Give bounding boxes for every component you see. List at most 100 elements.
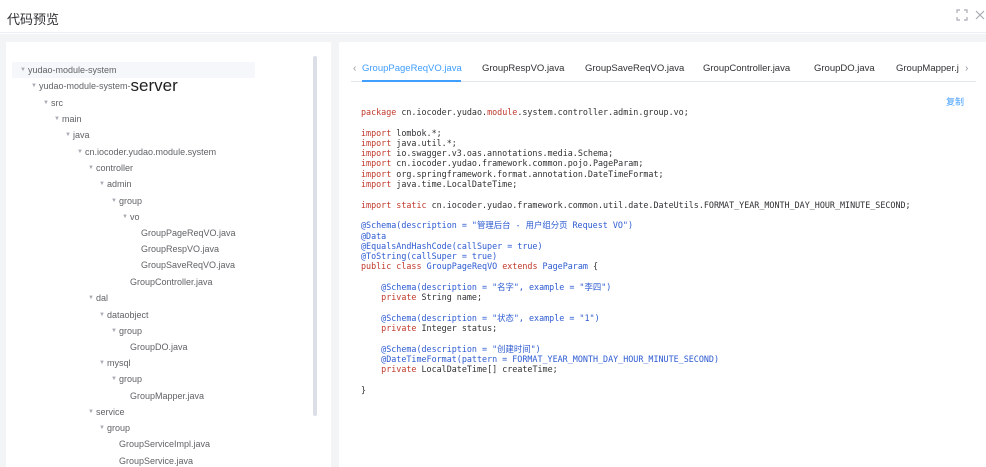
chevron-left-icon[interactable]: ‹ — [353, 63, 356, 74]
code-line: @ToString(callSuper = true) — [361, 251, 971, 261]
code-token: cn.iocoder.yudao.framework.common.util.d… — [431, 199, 911, 210]
tree-node-label: group — [119, 196, 143, 206]
tree-node[interactable]: ▼ yudao-module-system-server — [29, 77, 178, 94]
chevron-right-icon[interactable]: › — [965, 63, 968, 74]
code-token: @ToString(callSuper = true) — [361, 251, 498, 262]
tree-node[interactable]: ▼ admin — [97, 176, 132, 192]
fullscreen-icon[interactable] — [955, 9, 969, 23]
code-token: import — [361, 137, 397, 148]
tree-node[interactable]: GroupMapper.java — [120, 388, 204, 404]
tree-node[interactable]: ▼ dataobject — [97, 307, 149, 323]
file-tab[interactable]: GroupController.java — [703, 63, 790, 74]
code-token: import — [361, 158, 397, 169]
tree-node[interactable]: ▼ src — [41, 95, 63, 111]
dialog-title: 代码预览 — [7, 12, 60, 27]
tree-node-label: service — [96, 407, 125, 417]
code-token: private — [361, 292, 422, 303]
tree-node[interactable]: ▼ group — [109, 323, 142, 339]
code-token: GroupPageReqVO — [426, 261, 503, 272]
dialog-body: ▼ yudao-module-system ▼ yudao-module-system… — [0, 34, 986, 467]
code-token: cn.iocoder.yudao. — [401, 107, 488, 117]
caret-down-icon: ▼ — [111, 328, 117, 334]
code-line: @EqualsAndHashCode(callSuper = true) — [361, 241, 971, 251]
file-tab[interactable]: GroupRespVO.java — [482, 63, 564, 74]
code-token: PageParam — [542, 261, 588, 272]
code-line: @Data — [361, 231, 971, 241]
tree-node-label: admin — [107, 179, 132, 189]
file-tab[interactable]: GroupDO.java — [814, 63, 875, 74]
caret-down-icon: ▼ — [122, 214, 128, 220]
tree-node-label: GroupServiceImpl.java — [119, 439, 211, 449]
tree-node-label: group — [119, 326, 143, 336]
tree-node-label: GroupController.java — [130, 277, 213, 287]
code-token: cn.iocoder.yudao.framework.common.pojo.P… — [396, 158, 644, 169]
tree-node-label: GroupService.java — [119, 456, 194, 466]
tree-node[interactable]: ▼ dal — [86, 290, 108, 306]
code-line: package cn.iocoder.yudao.module.system.c… — [361, 107, 971, 117]
tree-scrollbar[interactable] — [313, 56, 317, 416]
tree-node[interactable]: ▼ cn.iocoder.yudao.module.system — [75, 144, 216, 160]
code-token: import — [361, 127, 397, 138]
file-tab[interactable]: GroupPageReqVO.java — [362, 63, 462, 74]
tree-node-label: GroupRespVO.java — [141, 244, 220, 254]
tree-node[interactable]: GroupRespVO.java — [131, 241, 219, 257]
tree-node-label: main — [62, 114, 82, 124]
caret-down-icon: ▼ — [88, 165, 94, 171]
code-token: @DateTimeFormat(pattern = FORMAT_YEAR_MO… — [361, 354, 719, 365]
tree-node[interactable]: GroupController.java — [120, 274, 213, 290]
file-tree-panel: ▼ yudao-module-system ▼ yudao-module-system… — [6, 42, 331, 467]
code-preview-panel: ‹ GroupPageReqVO.java GroupRespVO.java Gro… — [339, 42, 986, 467]
code-token: Integer status; — [421, 323, 498, 334]
tree-node[interactable]: ▼ main — [52, 111, 82, 127]
code-token: LocalDateTime[] createTime; — [421, 364, 558, 375]
code-token: module — [487, 107, 518, 117]
close-icon[interactable] — [973, 9, 986, 23]
tree-node[interactable]: ▼ mysql — [97, 355, 131, 371]
tree-node[interactable]: ▼ java — [63, 127, 90, 143]
tree-node[interactable]: ▼ service — [86, 404, 125, 420]
code-token: package — [361, 107, 402, 117]
tree-node[interactable]: ▼ group — [97, 420, 130, 436]
tree-node-label: java — [73, 130, 90, 140]
file-tab[interactable]: GroupSaveReqVO.java — [585, 63, 684, 74]
code-line: @DateTimeFormat(pattern = FORMAT_YEAR_MO… — [361, 354, 971, 364]
code-token: public class — [361, 261, 427, 272]
code-token: String name; — [421, 292, 483, 303]
code-token: import — [361, 179, 397, 190]
tree-node[interactable]: ▼ controller — [86, 160, 133, 176]
tree-node-label: controller — [96, 163, 134, 173]
tree-node[interactable]: ▼ vo — [120, 209, 140, 225]
tree-node[interactable]: GroupSaveReqVO.java — [131, 257, 235, 273]
code-line: import io.swagger.v3.oas.annotations.med… — [361, 148, 971, 158]
caret-down-icon: ▼ — [99, 312, 105, 318]
tree-node-label: mysql — [107, 358, 131, 368]
code-line: @Schema(description = "名字", example = "李… — [361, 282, 971, 292]
code-token: import — [361, 168, 397, 179]
file-tabs: ‹ GroupPageReqVO.java GroupRespVO.java Gro… — [351, 60, 976, 82]
caret-down-icon: ▼ — [31, 83, 37, 89]
code-line: private LocalDateTime[] createTime; — [361, 364, 971, 374]
code-token: @Data — [361, 230, 387, 241]
tree-node[interactable]: GroupServiceImpl.java — [109, 436, 210, 452]
tree-node-label: group — [119, 374, 143, 384]
code-token: import — [361, 148, 397, 159]
tree-node[interactable]: GroupService.java — [109, 453, 193, 467]
code-line: import java.util.*; — [361, 138, 971, 148]
code-token: @Schema(description = "创建时间") — [361, 343, 541, 354]
file-tab[interactable]: GroupMapper.j — [896, 63, 959, 74]
tree-node[interactable]: GroupPageReqVO.java — [131, 225, 236, 241]
code-token: java.util.*; — [396, 137, 457, 148]
tree-node[interactable]: GroupDO.java — [120, 339, 188, 355]
tree-node[interactable]: ▼ group — [109, 193, 142, 209]
tree-node-label: GroupDO.java — [130, 342, 188, 352]
code-token: private — [361, 364, 422, 375]
caret-down-icon: ▼ — [111, 376, 117, 382]
code-token: .system.controller.admin.group.vo; — [517, 107, 689, 117]
code-token: extends — [502, 261, 543, 272]
tree-node[interactable]: ▼ group — [109, 371, 142, 387]
